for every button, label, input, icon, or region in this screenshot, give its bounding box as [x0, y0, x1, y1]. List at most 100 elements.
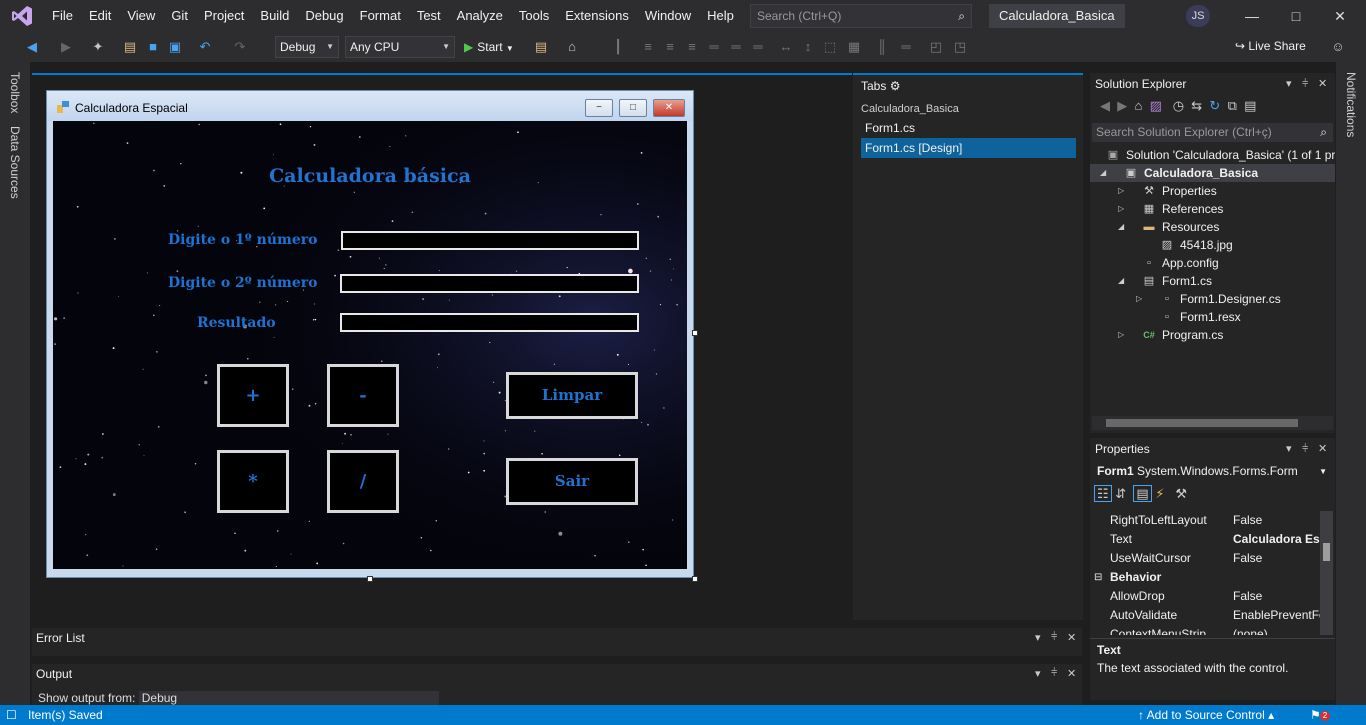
menu-test[interactable]: Test: [409, 0, 449, 32]
menu-build[interactable]: Build: [252, 0, 297, 32]
prop-row-contextmenustrip[interactable]: ContextMenuStrip (none): [1090, 625, 1320, 635]
prop-row-righttoleftlayout[interactable]: RightToLeftLayout False: [1090, 511, 1320, 530]
menu-window[interactable]: Window: [637, 0, 699, 32]
save-all-icon[interactable]: ▣: [167, 39, 183, 55]
tree-project[interactable]: ◢ ▣ Calculadora_Basica: [1090, 164, 1335, 182]
close-pane-icon[interactable]: ✕: [1318, 73, 1327, 95]
divide-button[interactable]: /: [327, 450, 399, 513]
menu-view[interactable]: View: [119, 0, 163, 32]
make-same-size-icon[interactable]: ⬚: [822, 39, 838, 55]
tree-app-config[interactable]: ▫ App.config: [1090, 254, 1335, 272]
solution-search-input[interactable]: Search Solution Explorer (Ctrl+ç) ⌕: [1092, 123, 1333, 142]
object-selector[interactable]: Form1 System.Windows.Forms.Form ▼: [1092, 462, 1333, 481]
prop-value[interactable]: Calculadora Esp: [1233, 530, 1320, 549]
categorized-icon[interactable]: ☷: [1094, 485, 1112, 502]
tree-properties[interactable]: ▷ ⚒ Properties: [1090, 182, 1335, 200]
size-to-grid-icon[interactable]: ▦: [846, 39, 862, 55]
align-rights-icon[interactable]: ≡: [684, 39, 700, 55]
align-middles-icon[interactable]: ═: [728, 39, 744, 55]
bring-to-front-icon[interactable]: ◰: [928, 39, 944, 55]
show-all-icon[interactable]: ▤: [1244, 98, 1256, 113]
pin-icon[interactable]: ⫩: [1302, 73, 1308, 95]
property-pages-icon[interactable]: ⚒: [1175, 486, 1187, 501]
exit-button[interactable]: Sair: [506, 458, 638, 505]
prop-value[interactable]: (none): [1233, 625, 1320, 635]
prop-category-behavior[interactable]: ⊟ Behavior: [1090, 568, 1320, 587]
folder-icon[interactable]: ▤: [533, 39, 549, 55]
prop-row-autovalidate[interactable]: AutoValidate EnablePreventFo: [1090, 606, 1320, 625]
history-icon[interactable]: ◷: [1173, 98, 1184, 113]
expand-icon[interactable]: ▷: [1136, 290, 1146, 308]
home-icon[interactable]: ⌂: [1134, 98, 1142, 113]
pin-icon[interactable]: ⫩: [1051, 667, 1057, 680]
platform-dropdown[interactable]: Any CPU ▼: [345, 36, 455, 58]
resize-handle-corner[interactable]: [692, 576, 698, 582]
properties-scrollbar[interactable]: [1320, 511, 1333, 635]
collapse-all-icon[interactable]: ⧉: [1228, 98, 1237, 113]
resize-handle-right[interactable]: [692, 330, 698, 336]
redo-icon[interactable]: ↷: [232, 39, 248, 55]
tree-image-file[interactable]: ▨ 45418.jpg: [1090, 236, 1335, 254]
menu-analyze[interactable]: Analyze: [449, 0, 511, 32]
prop-value[interactable]: EnablePreventFo: [1233, 606, 1320, 625]
prop-row-allowdrop[interactable]: AllowDrop False: [1090, 587, 1320, 606]
make-same-width-icon[interactable]: ↔: [778, 39, 794, 55]
tab-form1-cs[interactable]: Form1.cs: [861, 119, 1076, 138]
horizontal-spacing-icon[interactable]: ║: [874, 39, 890, 55]
expand-icon[interactable]: ▷: [1118, 182, 1128, 200]
notifications-tab[interactable]: Notifications: [1344, 72, 1358, 137]
collapse-icon[interactable]: ◢: [1100, 164, 1110, 182]
form-client-area[interactable]: Calculadora básica Digite o 1º número Di…: [53, 121, 687, 569]
events-icon[interactable]: ⚡: [1155, 486, 1164, 501]
search-input[interactable]: Search (Ctrl+Q) ⌕: [750, 4, 972, 28]
dropdown-icon[interactable]: ▾: [1035, 667, 1041, 680]
source-control-button[interactable]: ↑ Add to Source Control ▴: [1138, 705, 1274, 725]
prop-row-usewaitcursor[interactable]: UseWaitCursor False: [1090, 549, 1320, 568]
menu-project[interactable]: Project: [196, 0, 252, 32]
menu-edit[interactable]: Edit: [81, 0, 119, 32]
feedback-icon[interactable]: ☺: [1330, 39, 1346, 55]
first-number-input[interactable]: [341, 231, 639, 250]
properties-view-icon[interactable]: ▤: [1133, 485, 1152, 502]
maximize-icon[interactable]: □: [1274, 0, 1318, 32]
collapse-icon[interactable]: ◢: [1118, 272, 1128, 290]
resize-handle-bottom[interactable]: [367, 576, 373, 582]
toolbox-tab[interactable]: Toolbox: [8, 72, 22, 113]
close-icon[interactable]: ✕: [1318, 0, 1362, 32]
expand-icon[interactable]: ▷: [1118, 200, 1128, 218]
tab-form1-design[interactable]: Form1.cs [Design]: [861, 138, 1076, 158]
configuration-dropdown[interactable]: Debug ▼: [275, 36, 339, 58]
output-source-dropdown[interactable]: Debug: [138, 691, 439, 705]
se-forward-icon[interactable]: ▶: [1117, 98, 1127, 113]
refresh-icon[interactable]: ↻: [1209, 98, 1220, 113]
form-designer-window[interactable]: Calculadora Espacial − □ ✕ Calculadora b…: [46, 90, 694, 578]
tree-form1[interactable]: ◢ ▤ Form1.cs: [1090, 272, 1335, 290]
form-title-bar[interactable]: Calculadora Espacial − □ ✕: [47, 91, 693, 121]
output-title[interactable]: Output: [36, 667, 72, 681]
result-input[interactable]: [340, 313, 639, 332]
se-back-icon[interactable]: ◀: [1100, 98, 1110, 113]
tree-resources[interactable]: ◢ ▬ Resources: [1090, 218, 1335, 236]
tree-references[interactable]: ▷ ▦ References: [1090, 200, 1335, 218]
prop-row-text[interactable]: Text Calculadora Esp: [1090, 530, 1320, 549]
second-number-input[interactable]: [340, 274, 639, 293]
tree-form1-designer[interactable]: ▷ ▫ Form1.Designer.cs: [1090, 290, 1335, 308]
gear-icon[interactable]: ⚙: [890, 79, 901, 93]
send-to-back-icon[interactable]: ◳: [952, 39, 968, 55]
prop-value[interactable]: False: [1233, 587, 1320, 606]
make-same-height-icon[interactable]: ↕: [800, 39, 816, 55]
dropdown-icon[interactable]: ▾: [1035, 631, 1041, 644]
browser-icon[interactable]: ⌂: [564, 39, 580, 55]
avatar[interactable]: JS: [1186, 5, 1210, 27]
collapse-icon[interactable]: ◢: [1118, 218, 1128, 236]
back-icon[interactable]: ◀: [24, 39, 40, 55]
prop-value[interactable]: False: [1233, 549, 1320, 568]
vertical-spacing-icon[interactable]: ═: [898, 39, 914, 55]
align-tops-icon[interactable]: ═: [706, 39, 722, 55]
forward-icon[interactable]: ▶: [58, 39, 74, 55]
live-share-button[interactable]: ↪ Live Share: [1235, 39, 1306, 53]
menu-extensions[interactable]: Extensions: [557, 0, 637, 32]
pin-icon[interactable]: ⫩: [1051, 631, 1057, 644]
tree-form1-resx[interactable]: ▫ Form1.resx: [1090, 308, 1335, 326]
open-file-icon[interactable]: ▤: [122, 39, 138, 55]
